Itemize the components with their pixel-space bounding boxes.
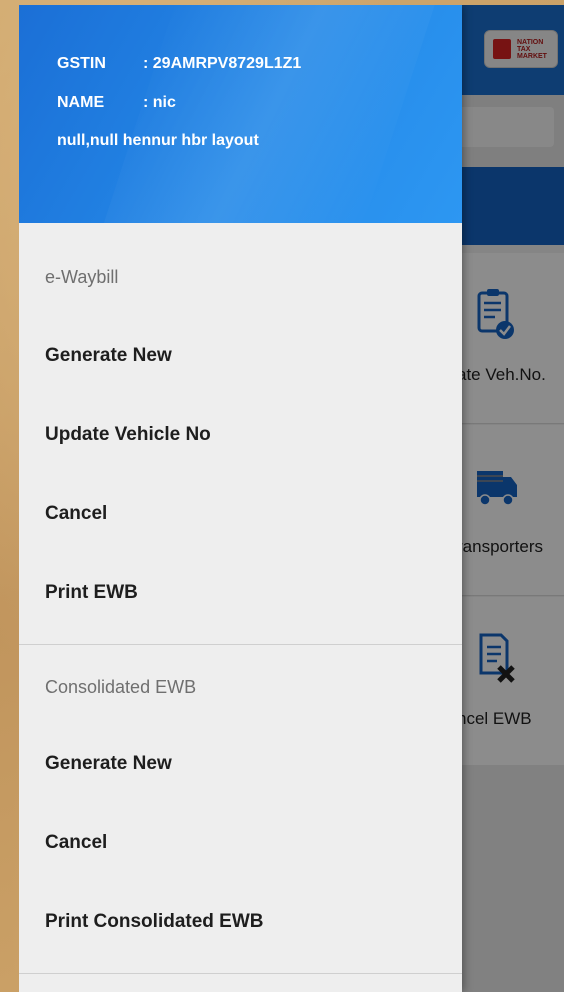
menu-item-label: Update Vehicle No <box>45 424 211 445</box>
menu-item-print-consolidated-ewb[interactable]: Print Consolidated EWB <box>19 892 462 952</box>
navigation-drawer: GSTIN : 29AMRPV8729L1Z1 NAME : nic null,nu… <box>19 5 462 992</box>
address-row: null,null hennur hbr layout <box>57 132 259 150</box>
menu-item-label: Cancel <box>45 503 108 524</box>
menu-item-update-vehicle-no[interactable]: Update Vehicle No <box>19 405 462 465</box>
menu-item-label: Print EWB <box>45 582 138 603</box>
phone-screen: NATION TAX MARKET ate Veh.No. ransporter… <box>19 5 564 992</box>
gstin-label: GSTIN <box>57 55 106 72</box>
name-label: NAME <box>57 94 105 111</box>
menu-item-label: Print Consolidated EWB <box>45 911 264 932</box>
menu-item-consolidated-cancel[interactable]: Cancel <box>19 813 462 873</box>
section-title-ewaybill: e-Waybill <box>45 267 119 287</box>
address-value: null,null hennur hbr layout <box>57 132 259 149</box>
section-divider <box>19 973 462 974</box>
menu-item-cancel[interactable]: Cancel <box>19 484 462 544</box>
menu-item-label: Generate New <box>45 753 172 774</box>
menu-item-generate-new[interactable]: Generate New <box>19 326 462 386</box>
section-title-consolidated-ewb: Consolidated EWB <box>45 677 197 697</box>
menu-item-label: Generate New <box>45 345 172 366</box>
menu-item-consolidated-generate-new[interactable]: Generate New <box>19 734 462 794</box>
header-sheen <box>90 5 448 223</box>
gstin-row: GSTIN : 29AMRPV8729L1Z1 <box>57 55 301 73</box>
name-row: NAME : nic <box>57 94 176 112</box>
section-divider <box>19 644 462 645</box>
gstin-value: : 29AMRPV8729L1Z1 <box>143 55 302 72</box>
drawer-header: GSTIN : 29AMRPV8729L1Z1 NAME : nic null,nu… <box>19 5 462 223</box>
menu-item-label: Cancel <box>45 832 108 853</box>
name-value: : nic <box>143 94 176 111</box>
menu-item-print-ewb[interactable]: Print EWB <box>19 563 462 623</box>
